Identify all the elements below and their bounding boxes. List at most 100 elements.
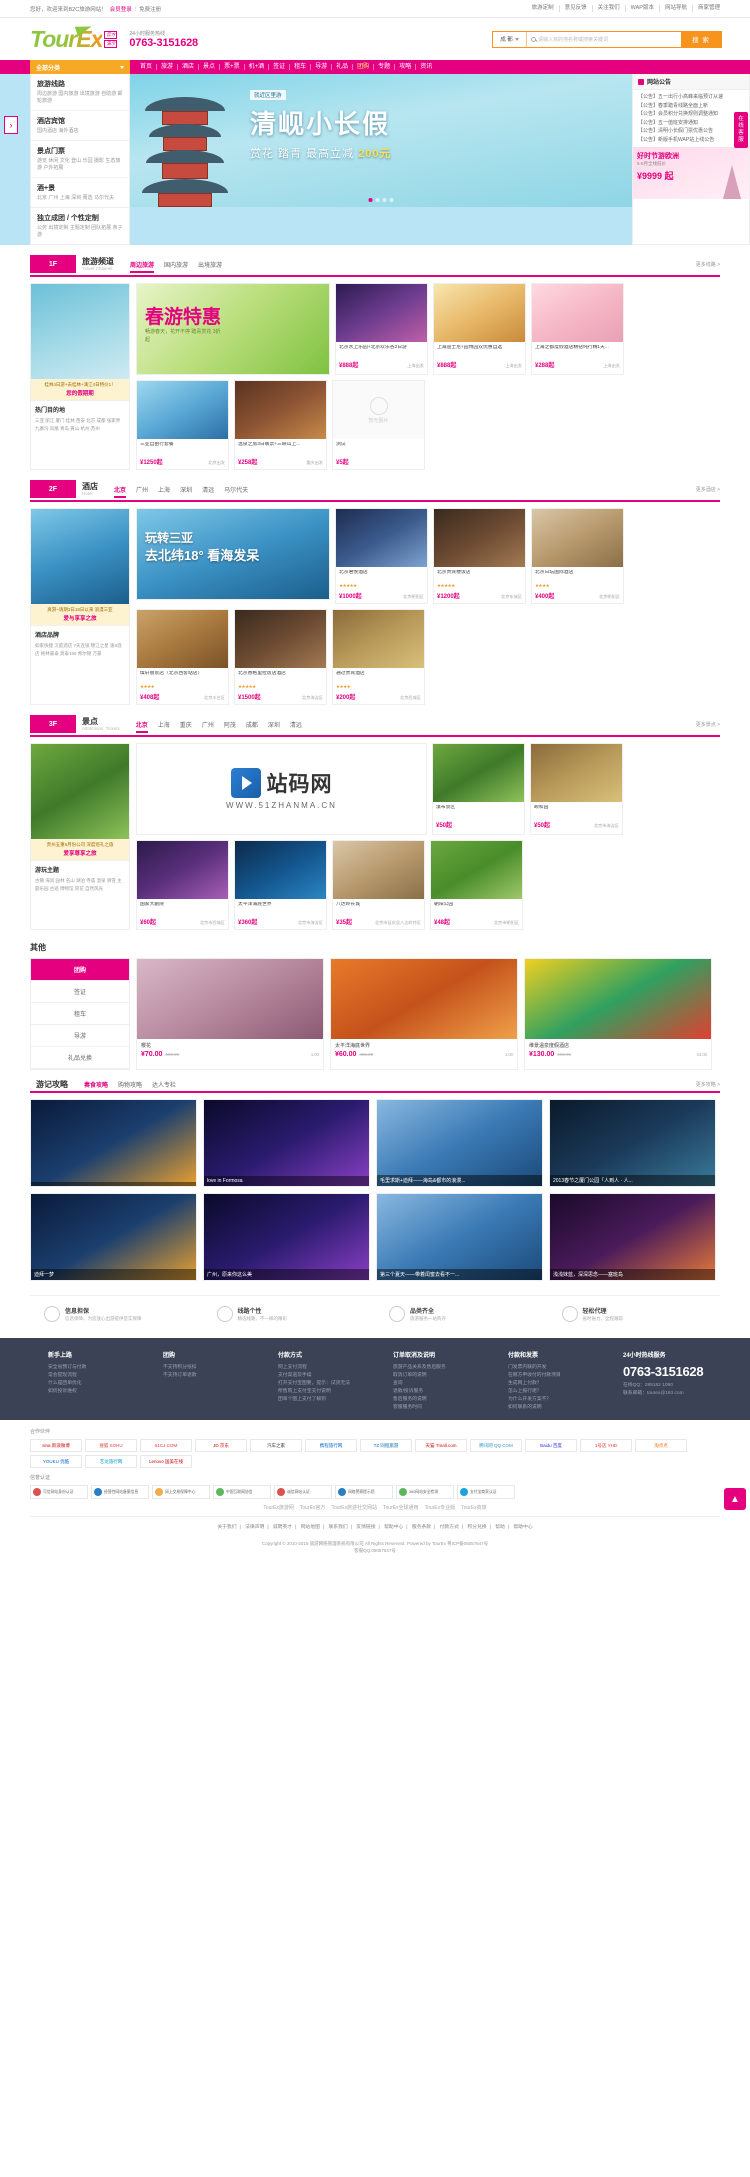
footer-link[interactable]: 常会提现流程: [48, 1372, 145, 1380]
groupbuy-card[interactable]: 维景温泉度假酒店 ¥130.00 198.00 44.00: [524, 958, 712, 1070]
nav-item-tour[interactable]: 旅游: [157, 64, 179, 70]
floor-feature-card[interactable]: 玩转三亚 去北纬18° 看海发呆: [136, 508, 330, 600]
nav-item-ticket-combo[interactable]: 票+票: [220, 64, 245, 70]
floor-side-promo[interactable]: 贵州五重5月份公司 深度巡礼之旅 爱享尊享之旅 游玩主题 古镇 海滨 园林 名山…: [30, 743, 130, 930]
brand-item[interactable]: TourEx官方: [300, 1504, 326, 1511]
floor-tab-3[interactable]: 广州: [202, 720, 214, 729]
footer-link[interactable]: 什么是团单优化: [48, 1380, 145, 1388]
guide-card[interactable]: love in Formosa: [203, 1099, 370, 1187]
city-selector[interactable]: 成 都: [493, 31, 527, 47]
footer-bar-link[interactable]: 帮助中心: [381, 1525, 406, 1530]
footer-bar-link[interactable]: 友情链接: [353, 1525, 378, 1530]
nav-item-visa[interactable]: 签证: [269, 64, 291, 70]
cert-badge[interactable]: 中国互联网协会: [213, 1485, 271, 1499]
floor-side-promo[interactable]: 爽游~请期3日18日以来 浪漫三亚 爱与享享之旅 酒店品牌 如家快捷 汉庭酒店 …: [30, 508, 130, 705]
product-card[interactable]: 三亚自由行套餐 ¥1250起 北京出发: [136, 380, 229, 470]
hero-dot-2[interactable]: [375, 198, 380, 202]
footer-link[interactable]: 安全省预订与付款: [48, 1364, 145, 1372]
other-tab-groupbuy[interactable]: 团购: [31, 959, 129, 981]
nav-all-categories[interactable]: 全部分类: [30, 60, 130, 74]
category-item-hotels[interactable]: 酒店宾馆 国内酒店 海外酒店: [31, 111, 129, 141]
nav-item-strategy[interactable]: 攻略: [395, 64, 417, 70]
guides-tab-0[interactable]: 奏食攻略: [84, 1080, 109, 1093]
footer-link[interactable]: 如何投诉维权: [48, 1388, 145, 1396]
other-tab-guide[interactable]: 导游: [31, 1025, 129, 1047]
nav-item-carrental[interactable]: 租车: [290, 64, 312, 70]
attraction-card[interactable]: 国家大剧院 ¥60起 北京市西城区: [136, 840, 229, 930]
footer-link[interactable]: 支付渠道及手续: [278, 1372, 375, 1380]
guide-card[interactable]: [30, 1099, 197, 1187]
floor-tab-2[interactable]: 出境旅游: [198, 260, 222, 269]
floor-tab-1[interactable]: 上海: [158, 720, 170, 729]
nav-item-flight-hotel[interactable]: 机+酒: [245, 64, 270, 70]
guide-card[interactable]: 迪拜一梦: [30, 1193, 197, 1281]
announcement-item[interactable]: 【公告】春季踏青线路全面上新: [638, 102, 744, 111]
cert-badge[interactable]: 经营性网站备案信息: [91, 1485, 149, 1499]
footer-link[interactable]: 如何联系的说明: [508, 1404, 605, 1412]
footer-link[interactable]: 团单个图上支付了解到: [278, 1396, 375, 1404]
hero-prev-button[interactable]: ›: [4, 116, 18, 134]
brand-item[interactable]: TourEx全球通用: [383, 1504, 419, 1511]
product-card[interactable]: 温泉之旅3日联票+三峡山上... ¥258起 重庆出发: [234, 380, 327, 470]
footer-link[interactable]: 查询: [393, 1380, 490, 1388]
floor-tab-4[interactable]: 阿茂: [224, 720, 236, 729]
partner-logo[interactable]: Baidu 百度: [525, 1439, 577, 1452]
topbar-link-sitemap[interactable]: 网站导航: [660, 5, 693, 12]
partner-logo[interactable]: 携程旅行网: [305, 1439, 357, 1452]
floor-tab-2[interactable]: 上海: [158, 485, 170, 494]
category-item-tickets[interactable]: 景点门票 游览 休闲 文化 登山 乐园 摄影 生态旅游 户外拓展: [31, 141, 129, 178]
announcement-item[interactable]: 【公告】五一出行小高峰来临预订从速: [638, 93, 744, 102]
nav-item-hotel[interactable]: 酒店: [178, 64, 200, 70]
attraction-card[interactable]: 颐和园 ¥50起 北京市海淀区: [530, 743, 623, 835]
footer-bar-link[interactable]: 法律声明: [242, 1525, 267, 1530]
hotel-card[interactable]: 通过贵宾酒店 ★★★★ ¥200起 北京西城区: [332, 609, 425, 705]
partner-logo[interactable]: 1号店 YHD: [580, 1439, 632, 1452]
footer-link[interactable]: 为什么开发方案不？: [508, 1396, 605, 1404]
login-link[interactable]: 会员登录: [110, 5, 132, 13]
partner-logo[interactable]: 腾讯网 QQ.COM: [470, 1439, 522, 1452]
hotel-card[interactable]: 璨轩丽景店（北京西客站店） ★★★★ ¥408起 北京丰台区: [136, 609, 229, 705]
cert-badge[interactable]: 可信网站身份认证: [30, 1485, 88, 1499]
floor-tab-0[interactable]: 北京: [114, 485, 127, 498]
category-item-hotel-attraction[interactable]: 酒+景 北京 广州 上海 深圳 莆选 马尔代夫: [31, 178, 129, 208]
hero-dot-3[interactable]: [382, 198, 387, 202]
brand-item[interactable]: TourEx商旅: [461, 1504, 487, 1511]
hotel-card[interactable]: 北京君悦酒店 ★★★★★ ¥1000起 北京朝阳区: [335, 508, 428, 604]
partner-logo[interactable]: 天猫 Tmall.com: [415, 1439, 467, 1452]
nav-item-news[interactable]: 资讯: [416, 64, 436, 70]
europe-promo-banner[interactable]: 好时节游欧洲 5-6月全线低价 ¥9999 起: [633, 147, 749, 199]
hotel-card[interactable]: 北京日坛国际酒店 ★★★★ ¥400起 北京朝阳区: [531, 508, 624, 604]
nav-item-home[interactable]: 首页: [136, 64, 158, 70]
scroll-top-button[interactable]: ▲: [724, 1488, 746, 1510]
search-button[interactable]: 搜 索: [681, 31, 721, 47]
guides-more-link[interactable]: 更多攻略 >: [696, 1081, 720, 1088]
footer-bar-link[interactable]: 关于我们: [214, 1525, 239, 1530]
footer-link[interactable]: 所售购上支付宝支付说明: [278, 1388, 375, 1396]
footer-link[interactable]: 不支持订单退款: [163, 1372, 260, 1380]
floor-tab-6[interactable]: 深圳: [268, 720, 280, 729]
topbar-link-feedback[interactable]: 意见反馈: [560, 5, 593, 12]
footer-bar-link[interactable]: 积分兑换: [464, 1525, 489, 1530]
nav-item-groupbuy[interactable]: 团购: [353, 64, 375, 70]
announcement-item[interactable]: 【公告】新版手机WAP站上线公告: [638, 136, 744, 145]
guide-card[interactable]: 2013春节之厦门公园「人到人 · 人...: [549, 1099, 716, 1187]
announcement-item[interactable]: 【公告】五一值班安排通知: [638, 119, 744, 128]
guides-tab-1[interactable]: 购物攻略: [118, 1080, 142, 1089]
guide-card[interactable]: 广州，原来你这么美: [203, 1193, 370, 1281]
footer-link[interactable]: 旅游产品关系及售后服务: [393, 1364, 490, 1372]
attraction-card[interactable]: 太平洋海底世界 ¥360起 北京市海淀区: [234, 840, 327, 930]
partner-logo[interactable]: 搜狐 SOHU: [85, 1439, 137, 1452]
footer-link[interactable]: 退款/投诉服务: [393, 1388, 490, 1396]
floor-tab-0[interactable]: 北京: [135, 720, 148, 733]
floor-tab-4[interactable]: 清远: [202, 485, 214, 494]
brand-item[interactable]: TourEx旅游社交网站: [331, 1504, 377, 1511]
partner-logo[interactable]: TZ 同程旅游: [360, 1439, 412, 1452]
partner-logo[interactable]: 51CJ.COM: [140, 1439, 192, 1452]
guide-card[interactable]: 第三个夏天——带着闺蜜去看不一...: [376, 1193, 543, 1281]
floor-side-promo[interactable]: 桂林4日游+去桂林+漓江4日特价1！ 您的假期期 热门目的地 三亚 丽江 厦门 …: [30, 283, 130, 470]
logo[interactable]: TourEx 官方 演示: [30, 21, 118, 51]
floor-tab-1[interactable]: 国内旅游: [164, 260, 188, 269]
floor-more-link[interactable]: 更多景点 >: [696, 721, 720, 728]
hero-dot-1[interactable]: [368, 198, 373, 202]
groupbuy-card[interactable]: 樱花 ¥70.00 100.00 1.00: [136, 958, 324, 1070]
